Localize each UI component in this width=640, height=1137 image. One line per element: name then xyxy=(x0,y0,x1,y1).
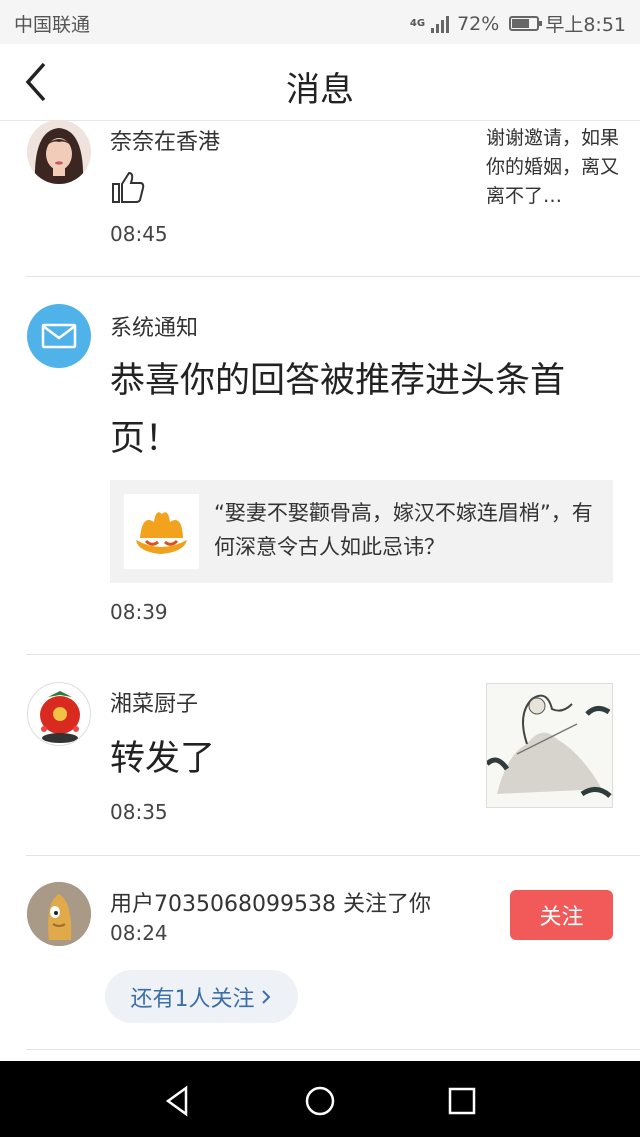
timestamp: 08:39 xyxy=(110,600,168,624)
follow-button[interactable]: 关注 xyxy=(510,890,613,940)
reply-preview: 谢谢邀请，如果你的婚姻，离又离不了… xyxy=(486,127,620,207)
article-card[interactable]: “娶妻不娶颧骨高，嫁汉不嫁连眉梢”，有何深意令古人如此忌讳？ xyxy=(110,480,613,583)
post-thumbnail[interactable] xyxy=(485,683,613,808)
back-icon[interactable] xyxy=(158,1081,198,1121)
home-icon[interactable] xyxy=(300,1081,340,1121)
battery-icon xyxy=(509,16,543,31)
more-followers-label: 还有1人关注 xyxy=(130,986,255,1012)
page-title: 消息 xyxy=(286,70,354,110)
like-icon xyxy=(112,171,145,203)
sender-name: 奈奈在香港 xyxy=(110,130,221,155)
mail-icon xyxy=(27,304,91,368)
timestamp: 08:24 xyxy=(110,921,168,945)
timestamp: 08:35 xyxy=(110,800,168,824)
avatar[interactable] xyxy=(27,120,91,184)
divider xyxy=(26,1049,640,1050)
notification-message: 恭喜你的回答被推荐进头条首页！ xyxy=(110,361,566,459)
chevron-right-icon xyxy=(261,989,270,1004)
more-followers-button[interactable]: 还有1人关注 xyxy=(105,970,298,1023)
follower-text: 用户7035068099538 关注了你 xyxy=(110,892,431,917)
divider xyxy=(26,276,640,277)
sender-name: 湘菜厨子 xyxy=(110,692,199,717)
divider xyxy=(26,654,640,655)
avatar[interactable] xyxy=(27,882,91,946)
timestamp: 08:45 xyxy=(110,222,168,246)
article-title: “娶妻不娶颧骨高，嫁汉不嫁连眉梢”，有何深意令古人如此忌讳？ xyxy=(214,501,593,559)
divider xyxy=(26,855,640,856)
signal-icon xyxy=(431,15,450,33)
carrier-label: 中国联通 xyxy=(14,14,91,36)
system-nav-bar xyxy=(0,1061,640,1137)
avatar[interactable] xyxy=(27,682,91,746)
action-text: 转发了 xyxy=(110,739,216,779)
network-type: 4G xyxy=(409,18,426,29)
recents-icon[interactable] xyxy=(442,1081,482,1121)
article-thumbnail xyxy=(124,494,199,569)
header: 消息 xyxy=(0,44,640,121)
battery-percent: 72% xyxy=(457,12,500,35)
clock: 早上8:51 xyxy=(545,14,626,36)
sender-name: 系统通知 xyxy=(110,316,199,341)
status-bar: 中国联通 4G 72% 早上8:51 xyxy=(0,0,640,44)
